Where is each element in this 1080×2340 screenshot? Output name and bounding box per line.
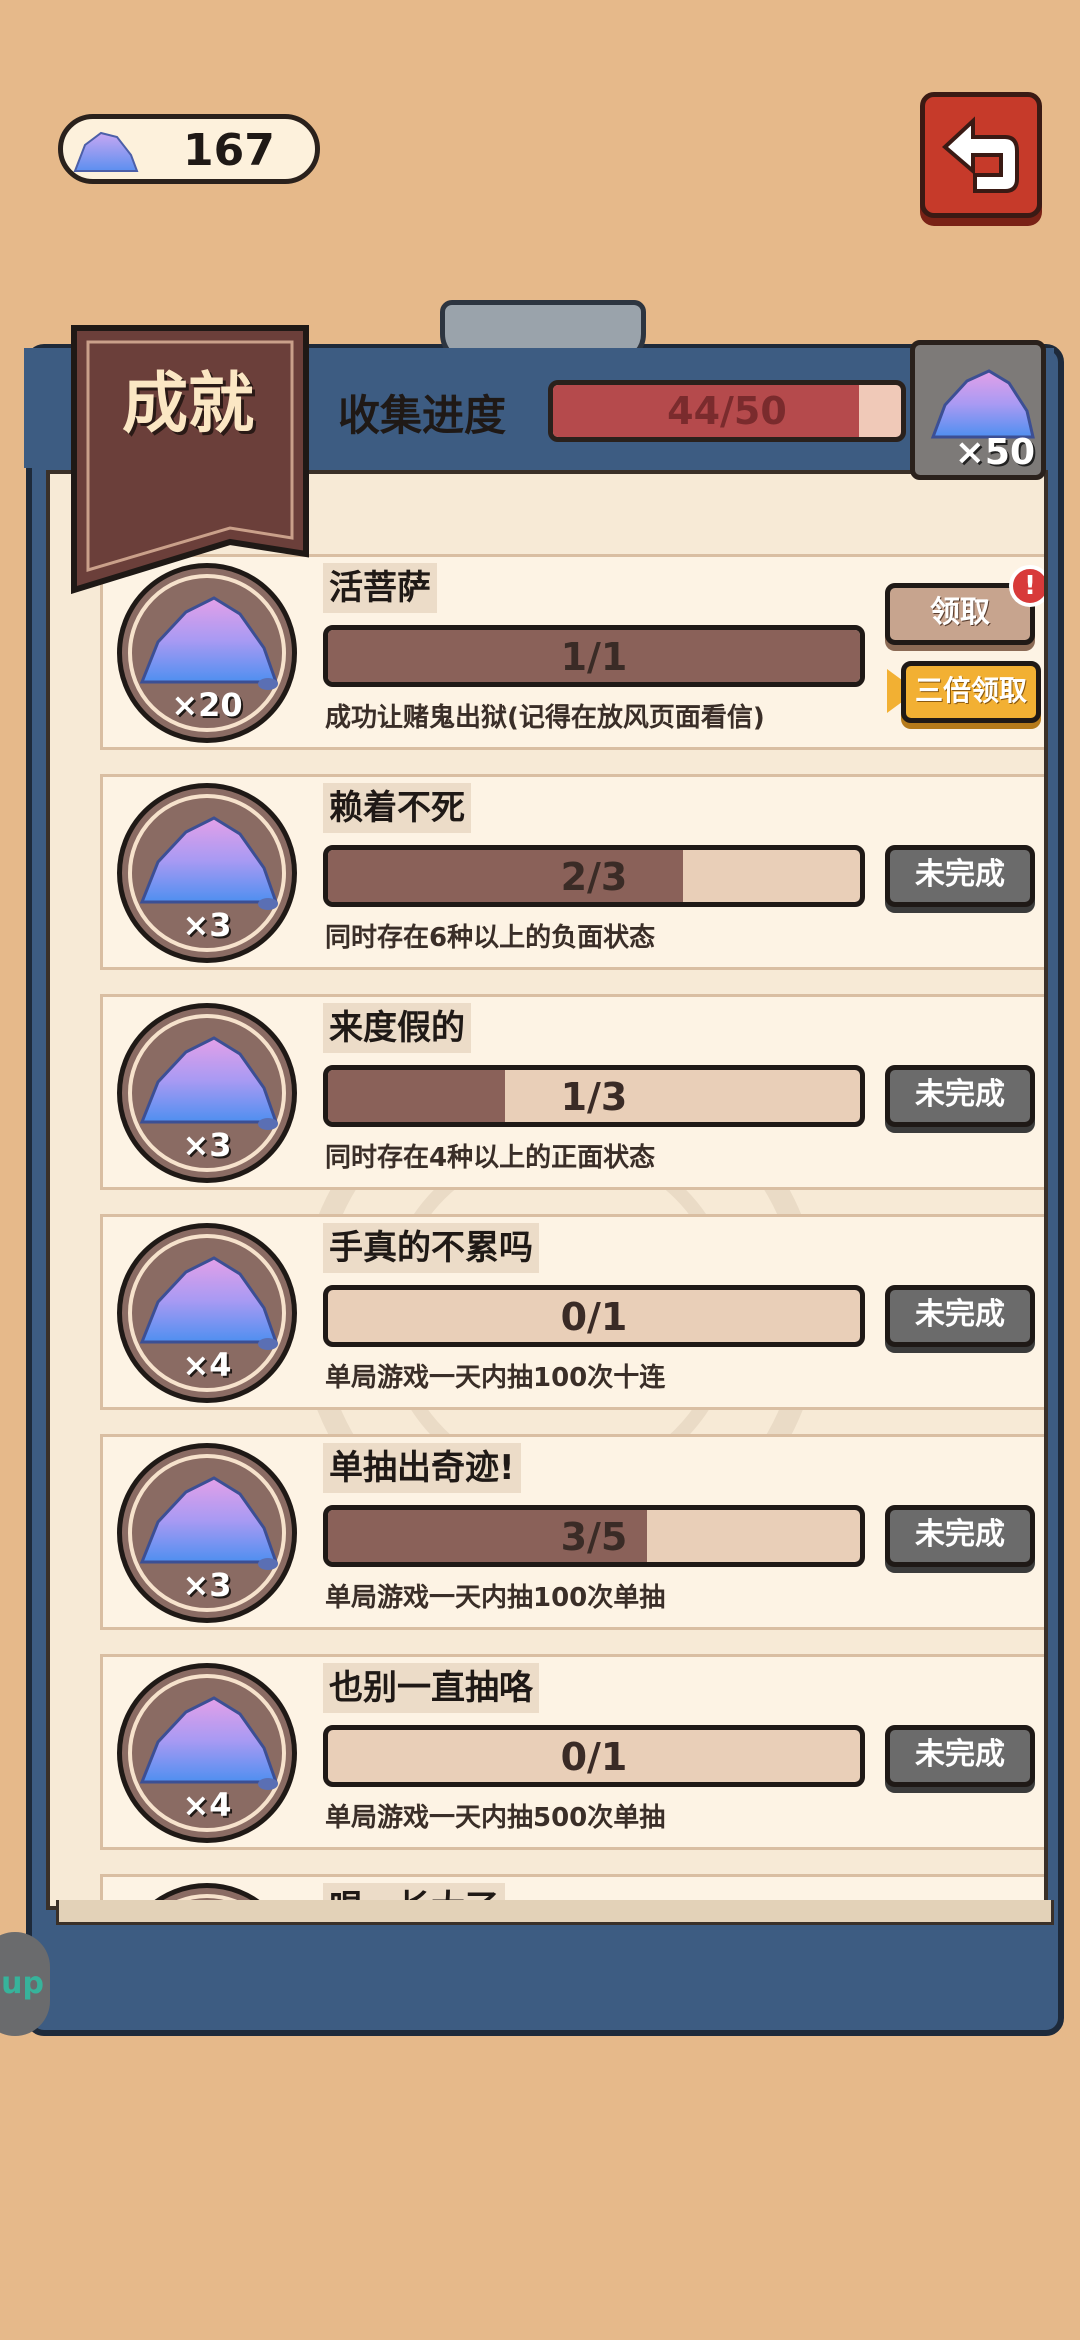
incomplete-button[interactable]: 未完成 [885, 1285, 1035, 1347]
progress-text: 3/5 [560, 1515, 628, 1559]
reward-qty: ×4 [182, 1346, 232, 1384]
achievement-name: 活菩萨 [323, 563, 437, 613]
progress-text: 1/1 [560, 635, 628, 679]
achievement-row: ×4 也别一直抽咯 0/1 单局游戏一天内抽500次单抽 未完成 [100, 1654, 1044, 1850]
panel-title: 成就 [122, 365, 254, 442]
collection-progress-bar: 44/50 [548, 380, 906, 442]
reward-badge: ×3 [117, 783, 297, 963]
achievement-desc: 单局游戏一天内抽100次单抽 [325, 1583, 666, 1613]
crystal-icon [139, 596, 279, 690]
achievement-desc: 成功让赌鬼出狱(记得在放风页面看信) [325, 703, 765, 733]
currency-display: 167 [58, 114, 320, 184]
progress-bar: 0/1 [323, 1725, 865, 1787]
achievement-name: 单抽出奇迹! [323, 1443, 521, 1493]
reward-badge: ×3 [117, 1003, 297, 1183]
collection-progress-text: 44/50 [667, 389, 787, 433]
crystal-icon [139, 1696, 279, 1790]
progress-bar: 3/5 [323, 1505, 865, 1567]
incomplete-button[interactable]: 未完成 [885, 1505, 1035, 1567]
triple-claim-button[interactable]: 三倍领取 [901, 661, 1041, 723]
collection-progress-label: 收集进度 [338, 391, 507, 440]
crystal-icon [139, 1476, 279, 1570]
progress-text: 2/3 [560, 855, 628, 899]
achievement-name: 赖着不死 [323, 783, 471, 833]
reward-qty: ×3 [182, 1126, 232, 1164]
reward-badge: ×4 [117, 1223, 297, 1403]
reward-qty: ×4 [182, 1786, 232, 1824]
crystal-icon [139, 816, 279, 910]
progress-bar: 1/3 [323, 1065, 865, 1127]
achievement-row: ×3 赖着不死 2/3 同时存在6种以上的负面状态 未完成 [100, 774, 1044, 970]
reward-qty: ×50 [954, 432, 1035, 473]
reward-qty: ×3 [182, 1566, 232, 1604]
crystal-icon [139, 1036, 279, 1130]
reward-qty: ×20 [171, 686, 243, 724]
achievement-row: ×3 来度假的 1/3 同时存在4种以上的正面状态 未完成 [100, 994, 1044, 1190]
achievement-list[interactable]: ×20 活菩萨 1/1 成功让赌鬼出狱(记得在放风页面看信) 领取 ! 三倍领取… [46, 470, 1048, 1910]
achievement-desc: 单局游戏一天内抽100次十连 [325, 1363, 666, 1393]
achievement-desc: 同时存在4种以上的正面状态 [325, 1143, 656, 1173]
incomplete-button[interactable]: 未完成 [885, 1725, 1035, 1787]
collection-reward[interactable]: ×50 [910, 340, 1046, 480]
side-floating-button[interactable]: up [0, 1932, 50, 2036]
achievement-name: 也别一直抽咯 [323, 1663, 539, 1713]
achievement-row: ×4 手真的不累吗 0/1 单局游戏一天内抽100次十连 未完成 [100, 1214, 1044, 1410]
progress-text: 0/1 [560, 1735, 628, 1779]
achievement-desc: 单局游戏一天内抽500次单抽 [325, 1803, 666, 1833]
currency-value: 167 [183, 125, 275, 176]
progress-bar: 0/1 [323, 1285, 865, 1347]
progress-bar: 2/3 [323, 845, 865, 907]
progress-bar: 1/1 [323, 625, 865, 687]
incomplete-button[interactable]: 未完成 [885, 1065, 1035, 1127]
reward-badge: ×3 [117, 1443, 297, 1623]
progress-text: 0/1 [560, 1295, 628, 1339]
achievement-desc: 同时存在6种以上的负面状态 [325, 923, 656, 953]
reward-qty: ×3 [182, 906, 232, 944]
achievement-name: 手真的不累吗 [323, 1223, 539, 1273]
reward-badge: ×4 [117, 1663, 297, 1843]
incomplete-button[interactable]: 未完成 [885, 845, 1035, 907]
paper-edge [56, 1900, 1054, 1925]
back-button[interactable] [920, 92, 1042, 218]
achievement-name: 来度假的 [323, 1003, 471, 1053]
back-arrow-icon [941, 116, 1019, 193]
progress-text: 1/3 [560, 1075, 628, 1119]
alert-badge: ! [1009, 565, 1044, 607]
crystal-icon [73, 131, 139, 172]
achievement-row: ×3 单抽出奇迹! 3/5 单局游戏一天内抽100次单抽 未完成 [100, 1434, 1044, 1630]
crystal-icon [139, 1256, 279, 1350]
